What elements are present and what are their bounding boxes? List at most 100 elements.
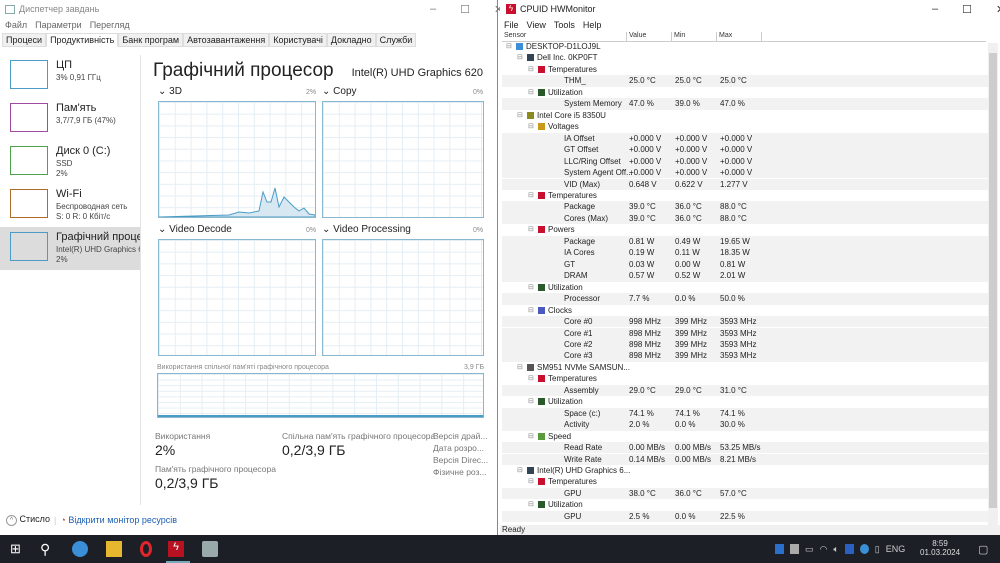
- menu-file[interactable]: Файл: [5, 20, 27, 30]
- menu-options[interactable]: Параметри: [35, 20, 82, 30]
- sensor-row[interactable]: THM_ 25.0 °C 25.0 °C 25.0 °C: [502, 75, 988, 87]
- sensor-group-row[interactable]: ⊟ Intel Core i5 8350U: [502, 110, 988, 121]
- menu-view[interactable]: Перегляд: [90, 20, 130, 30]
- collapse-toggle-icon[interactable]: ⊟: [528, 373, 534, 384]
- vertical-scrollbar[interactable]: [988, 43, 998, 525]
- keyboard-icon[interactable]: ▯: [875, 544, 880, 555]
- collapse-toggle-icon[interactable]: ⊟: [528, 87, 534, 98]
- sensor-row[interactable]: Core #3 898 MHz 399 MHz 3593 MHz: [502, 350, 988, 362]
- sensor-group-row[interactable]: ⊟ Temperatures: [502, 373, 988, 384]
- wifi-icon[interactable]: ◠: [820, 544, 828, 555]
- collapse-toggle-icon[interactable]: ⊟: [517, 110, 523, 121]
- sensor-group-row[interactable]: ⊟ Temperatures: [502, 190, 988, 201]
- sensor-group-row[interactable]: ⊟ SM951 NVMe SAMSUN...: [502, 362, 988, 373]
- collapse-toggle-icon[interactable]: ⊟: [517, 362, 523, 373]
- sensor-row[interactable]: Write Rate 0.14 MB/s 0.00 MB/s 8.21 MB/s: [502, 453, 988, 465]
- sensor-row[interactable]: GT Offset +0.000 V +0.000 V +0.000 V: [502, 144, 988, 156]
- open-resource-monitor-link[interactable]: ◔ Відкрити монітор ресурсів: [60, 515, 177, 525]
- word-icon[interactable]: [844, 544, 854, 554]
- tab-services[interactable]: Служби: [375, 33, 417, 47]
- start-button[interactable]: ⊞: [10, 541, 26, 557]
- collapse-toggle-icon[interactable]: ⊟: [528, 190, 534, 201]
- tray-icon[interactable]: [859, 544, 869, 554]
- sensor-row[interactable]: Assembly 29.0 °C 29.0 °C 31.0 °C: [502, 384, 988, 397]
- language-indicator[interactable]: ENG: [886, 544, 906, 555]
- sensor-row[interactable]: GPU 38.0 °C 36.0 °C 57.0 °C: [502, 487, 988, 500]
- collapse-toggle-icon[interactable]: ⊟: [528, 476, 534, 487]
- sensor-row[interactable]: GPU 2.5 % 0.0 % 22.5 %: [502, 510, 988, 523]
- minimize-button[interactable]: –: [430, 3, 436, 16]
- tray-icon[interactable]: [775, 544, 784, 554]
- sensor-row[interactable]: Activity 2.0 % 0.0 % 30.0 %: [502, 419, 988, 431]
- taskmgr-taskbar-icon[interactable]: [202, 541, 218, 557]
- sidebar-item[interactable]: Графічний процесор 0 Intel(R) UHD Graphi…: [0, 227, 140, 270]
- file-explorer-icon[interactable]: [106, 541, 122, 557]
- sensor-group-row[interactable]: ⊟ Temperatures: [502, 476, 988, 487]
- collapse-toggle-icon[interactable]: ⊟: [528, 431, 534, 442]
- collapse-toggle-icon[interactable]: ⊟: [506, 41, 512, 52]
- collapse-toggle-icon[interactable]: ⊟: [528, 305, 534, 316]
- collapse-toggle-icon[interactable]: ⊟: [528, 64, 534, 75]
- tab-processes[interactable]: Процеси: [2, 33, 47, 47]
- sidebar-item[interactable]: Диск 0 (C:) SSD 2%: [0, 141, 140, 184]
- sensor-group-row[interactable]: ⊟ Speed: [502, 431, 988, 442]
- sidebar-item[interactable]: Пам'ять 3,7/7,9 ГБ (47%): [0, 98, 140, 141]
- sensor-row[interactable]: System Memory 47.0 % 39.0 % 47.0 %: [502, 98, 988, 110]
- clock[interactable]: 8:59 01.03.2024: [920, 539, 960, 557]
- sensor-row[interactable]: IA Cores 0.19 W 0.11 W 18.35 W: [502, 247, 988, 259]
- sensor-row[interactable]: Space (c:) 74.1 % 74.1 % 74.1 %: [502, 407, 988, 420]
- sensor-group-row[interactable]: ⊟ Voltages: [502, 121, 988, 132]
- close-button[interactable]: ✕: [996, 3, 1000, 16]
- collapse-toggle-icon[interactable]: ⊟: [528, 396, 534, 407]
- battery-icon[interactable]: ▭: [805, 544, 814, 555]
- sensor-group-row[interactable]: ⊟ Utilization: [502, 282, 988, 293]
- search-icon[interactable]: ⚲: [40, 541, 56, 557]
- sensor-group-row[interactable]: ⊟ Dell Inc. 0KP0FT: [502, 52, 988, 63]
- sensor-row[interactable]: Processor 7.7 % 0.0 % 50.0 %: [502, 293, 988, 305]
- sensor-group-row[interactable]: ⊟ Utilization: [502, 499, 988, 510]
- tab-performance[interactable]: Продуктивність: [46, 33, 119, 47]
- sensor-group-row[interactable]: ⊟ Powers: [502, 224, 988, 235]
- sensor-row[interactable]: LLC/Ring Offset +0.000 V +0.000 V +0.000 V: [502, 155, 988, 167]
- collapse-toggle-icon[interactable]: ⊟: [528, 282, 534, 293]
- telegram-icon[interactable]: [72, 541, 88, 557]
- collapse-toggle-icon[interactable]: ⊟: [528, 121, 534, 132]
- sensor-group-row[interactable]: ⊟ Clocks: [502, 305, 988, 316]
- sensor-row[interactable]: Read Rate 0.00 MB/s 0.00 MB/s 53.25 MB/s: [502, 442, 988, 454]
- sensor-row[interactable]: Package 0.81 W 0.49 W 19.65 W: [502, 235, 988, 248]
- sensor-row[interactable]: Core #0 998 MHz 399 MHz 3593 MHz: [502, 316, 988, 328]
- sensor-row[interactable]: VID (Max) 0.648 V 0.622 V 1.277 V: [502, 178, 988, 190]
- engine-3d-selector[interactable]: ⌄ 3D: [158, 86, 182, 97]
- tab-details[interactable]: Докладно: [326, 33, 376, 47]
- volume-icon[interactable]: 🔈︎: [833, 544, 838, 555]
- sensor-group-row[interactable]: ⊟ Temperatures: [502, 64, 988, 75]
- maximize-button[interactable]: ☐: [460, 3, 470, 16]
- sensor-group-row[interactable]: ⊟ Utilization: [502, 87, 988, 98]
- notification-icon[interactable]: ▢: [978, 543, 988, 556]
- sensor-row[interactable]: Package 39.0 °C 36.0 °C 88.0 °C: [502, 201, 988, 213]
- tab-app-history[interactable]: Банк програм: [118, 33, 184, 47]
- sensor-row[interactable]: Cores (Max) 39.0 °C 36.0 °C 88.0 °C: [502, 212, 988, 225]
- collapse-toggle-icon[interactable]: ⊟: [517, 465, 523, 476]
- engine-video-decode-selector[interactable]: ⌄ Video Decode: [158, 224, 232, 235]
- tab-startup[interactable]: Автозавантаження: [183, 33, 270, 47]
- collapse-toggle-icon[interactable]: ⊟: [517, 52, 523, 63]
- sensor-group-row[interactable]: ⊟ Utilization: [502, 396, 988, 407]
- sensor-row[interactable]: IA Offset +0.000 V +0.000 V +0.000 V: [502, 132, 988, 145]
- engine-copy-selector[interactable]: ⌄ Copy: [322, 86, 357, 97]
- hwmonitor-taskbar-icon[interactable]: ϟ: [168, 541, 184, 557]
- collapse-toggle-icon[interactable]: ⊟: [528, 499, 534, 510]
- tab-users[interactable]: Користувачі: [269, 33, 327, 47]
- collapse-toggle-icon[interactable]: ⊟: [528, 224, 534, 235]
- sensor-row[interactable]: Core #2 898 MHz 399 MHz 3593 MHz: [502, 338, 988, 351]
- sidebar-item[interactable]: Wi-Fi Беспроводная сеть S: 0 R: 0 Кбіт/с: [0, 184, 140, 227]
- tray-icon[interactable]: [790, 544, 799, 554]
- fewer-details-button[interactable]: ^ Стисло: [6, 514, 50, 526]
- opera-icon[interactable]: [140, 541, 152, 557]
- engine-video-processing-selector[interactable]: ⌄ Video Processing: [322, 224, 411, 235]
- sensor-group-row[interactable]: ⊟ DESKTOP-D1LOJ9L: [502, 41, 988, 52]
- sensor-row[interactable]: System Agent Off... +0.000 V +0.000 V +0.00…: [502, 167, 988, 179]
- sensor-row[interactable]: Core #1 898 MHz 399 MHz 3593 MHz: [502, 327, 988, 339]
- sidebar-item[interactable]: ЦП 3% 0,91 ГГц: [0, 55, 140, 98]
- sensor-row[interactable]: GT 0.03 W 0.00 W 0.81 W: [502, 258, 988, 271]
